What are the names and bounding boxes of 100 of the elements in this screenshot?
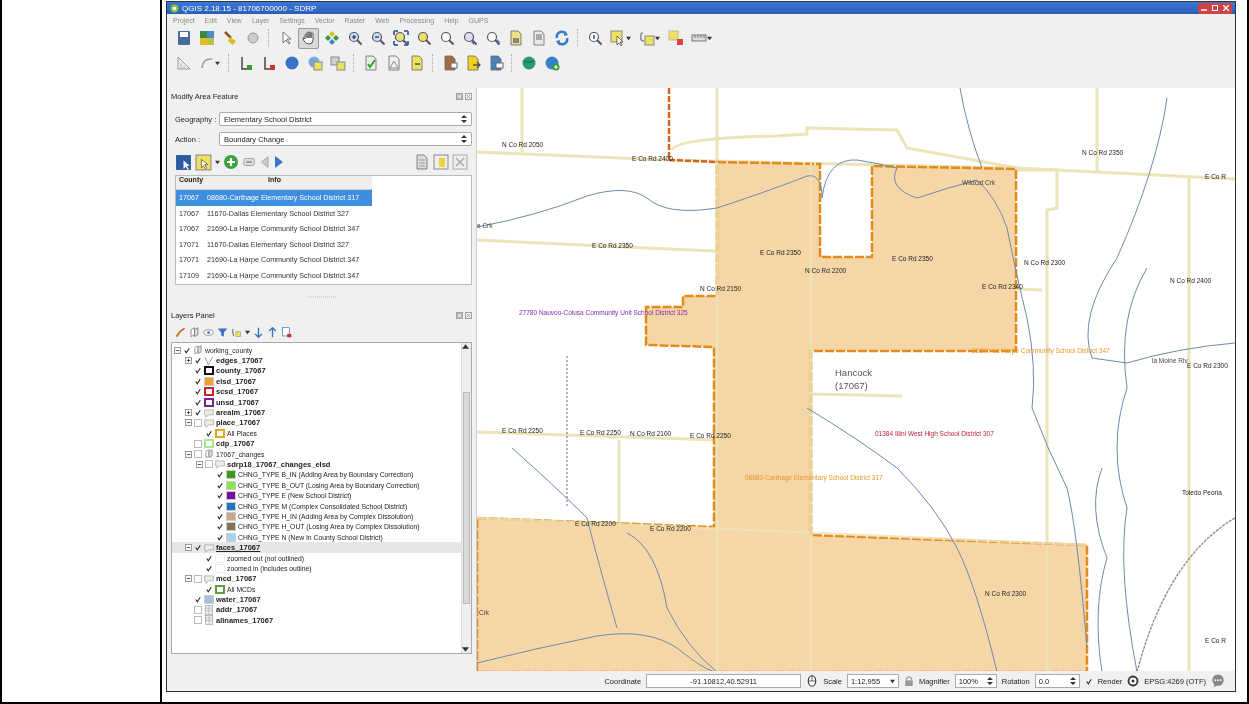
spin-arrows-icon (1069, 676, 1076, 686)
globe-icon (543, 55, 560, 71)
layer-checkbox[interactable] (194, 387, 202, 396)
magnifier-icon (484, 30, 501, 46)
document-icon (385, 55, 402, 71)
layer-checkbox[interactable] (194, 366, 202, 375)
layer-checkbox[interactable] (216, 512, 224, 521)
document-icon (530, 30, 547, 46)
hand-tool-button[interactable] (298, 27, 319, 49)
hand-icon (300, 30, 317, 46)
layer-checkbox[interactable] (194, 450, 202, 459)
minus-icon (242, 155, 256, 169)
layer-checkbox[interactable] (205, 429, 213, 438)
layer-checkbox[interactable] (194, 418, 202, 427)
table-layer-icon (204, 615, 214, 626)
check-icon (206, 429, 212, 437)
caret-icon (626, 35, 631, 41)
minus-icon (197, 462, 202, 467)
plus-circle-icon (223, 154, 239, 170)
layer-checkbox[interactable] (183, 346, 191, 355)
expander-toggle[interactable] (185, 409, 192, 417)
layer-checkbox[interactable] (194, 616, 202, 625)
circle-icon (283, 55, 300, 71)
grid-icon (198, 30, 215, 46)
layer-checkbox[interactable] (205, 585, 213, 594)
lock-icon (903, 674, 914, 688)
window-title: QGIS 2.18.15 - 81706700000 - SDRP (182, 3, 318, 13)
layer-checkbox[interactable] (205, 564, 213, 573)
expander-toggle[interactable] (174, 346, 181, 354)
layer-checkbox[interactable] (194, 408, 202, 417)
spin-arrows-icon (461, 134, 467, 144)
zoom-full-tool-button[interactable] (390, 27, 411, 49)
down-arrow-icon (462, 646, 469, 653)
caret-icon (215, 159, 220, 165)
layer-checkbox[interactable] (194, 377, 202, 386)
layer-checkbox[interactable] (194, 356, 202, 365)
polygon-layer-icon (204, 417, 214, 428)
layer-group-icon (204, 449, 214, 460)
layer-checkbox[interactable] (216, 533, 224, 542)
right-arrow-icon (274, 154, 286, 170)
table-layer-icon (204, 604, 214, 615)
table-icon (433, 154, 449, 170)
minus-icon (186, 420, 191, 426)
layer-checkbox[interactable] (194, 543, 202, 552)
layer-checkbox[interactable] (194, 595, 202, 604)
brush-icon (175, 326, 186, 338)
render-checkbox[interactable] (1084, 677, 1093, 685)
zoom-full-icon (392, 30, 409, 46)
scrollbar[interactable] (461, 343, 471, 653)
magnifier-icon (438, 30, 455, 46)
mouse-icon (806, 674, 819, 688)
layer-checkbox[interactable] (216, 491, 224, 500)
expander-toggle[interactable] (196, 461, 203, 468)
minus-icon (186, 576, 191, 582)
floppy-icon (175, 30, 192, 46)
layer-checkbox[interactable] (216, 502, 224, 511)
layer-checkbox[interactable] (205, 554, 213, 562)
brush-icon (221, 30, 238, 46)
globe-icon (244, 30, 261, 46)
layer-group-icon (193, 345, 203, 356)
maximize-icon (1212, 5, 1218, 11)
expander-toggle[interactable] (185, 450, 192, 458)
expander-toggle[interactable] (185, 357, 192, 365)
message-icon (1211, 674, 1225, 688)
expander-toggle[interactable] (185, 575, 192, 583)
layer-checkbox[interactable] (216, 522, 224, 531)
layer-checkbox[interactable] (216, 481, 224, 490)
filter-icon (217, 326, 228, 338)
layer-checkbox[interactable] (194, 398, 202, 407)
stack-icon (329, 55, 346, 71)
eye-icon (203, 326, 214, 338)
globe-icon (520, 55, 537, 71)
polygon-layer-icon (204, 573, 214, 584)
document-icon (487, 55, 504, 71)
triangle-grid-icon (175, 55, 192, 71)
window-controls[interactable] (1198, 2, 1232, 14)
map-label: Hancock (835, 368, 872, 378)
layer-checkbox[interactable] (194, 605, 202, 614)
diamonds-icon (323, 30, 340, 46)
map-label: (17067) (835, 381, 868, 391)
refresh-icon (553, 30, 570, 46)
collapse-icon (267, 326, 278, 338)
layer-checkbox[interactable] (194, 439, 202, 448)
expander-toggle[interactable] (185, 544, 192, 552)
close-icon (465, 93, 472, 100)
squares-icon (667, 30, 684, 46)
plus-icon (186, 410, 191, 416)
document-icon (362, 55, 379, 71)
expander-toggle[interactable] (185, 419, 192, 427)
close-icon (1223, 5, 1229, 11)
cursor-square-icon (175, 153, 192, 171)
layer-checkbox[interactable] (194, 574, 202, 583)
minus-icon (175, 347, 180, 353)
expand-icon (253, 326, 264, 338)
left-arrow-icon (259, 154, 271, 170)
layer-checkbox[interactable] (216, 470, 224, 479)
layers-icon (189, 326, 200, 338)
float-icon (456, 93, 463, 100)
layer-checkbox[interactable] (205, 460, 213, 469)
curve-icon (199, 55, 215, 71)
